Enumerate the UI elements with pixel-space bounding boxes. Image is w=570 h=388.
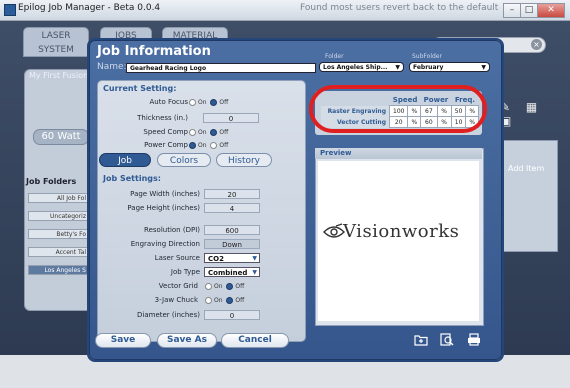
clear-search-icon[interactable]: × [531, 39, 542, 50]
radio-off-label: Off [219, 142, 229, 149]
folder-item[interactable]: Uncategoriz [28, 211, 90, 221]
laser-source-label: Laser Source [154, 254, 200, 262]
folder-item[interactable]: All Job Fol [28, 193, 90, 203]
job-settings-heading: Job Settings: [103, 174, 161, 183]
laser-name-tag: My First Fusion [29, 71, 89, 80]
diameter-field[interactable]: 0 [204, 310, 260, 320]
chevron-down-icon: ▼ [395, 64, 400, 71]
speed-comp-on-radio[interactable] [189, 129, 196, 136]
minimize-button[interactable]: – [503, 3, 521, 18]
page-height-label: Page Height (inches) [127, 204, 200, 212]
vector-grid-radio-group: On Off [205, 283, 244, 290]
diameter-label: Diameter (inches) [137, 311, 200, 319]
vector-grid-label: Vector Grid [158, 282, 198, 290]
thickness-label: Thickness (in.) [137, 114, 188, 122]
highlight-ring [309, 85, 487, 133]
preview-heading: Preview [315, 148, 482, 159]
tab-laser-system-line1: LASER [41, 31, 71, 41]
cancel-button[interactable]: Cancel [221, 333, 289, 348]
power-comp-radio-group: On Off [189, 142, 228, 149]
speed-comp-radio-group: On Off [189, 129, 228, 136]
laser-source-value: CO2 [208, 255, 224, 263]
three-jaw-chuck-label: 3-Jaw Chuck [154, 296, 198, 304]
radio-on-label: On [198, 129, 207, 136]
chuck-on-radio[interactable] [205, 297, 212, 304]
page-width-field[interactable]: 20 [204, 189, 260, 199]
auto-focus-radio-group: On Off [189, 99, 228, 106]
chevron-down-icon: ▼ [252, 269, 257, 276]
folder-dropdown-value: Los Angeles Ship... [323, 64, 388, 71]
thickness-field[interactable]: 0 [203, 113, 259, 123]
page-height-field[interactable]: 4 [204, 203, 260, 213]
radio-off-label: Off [219, 99, 229, 106]
app-icon [4, 4, 16, 16]
radio-on-label: On [198, 99, 207, 106]
vector-grid-off-radio[interactable] [226, 283, 234, 290]
job-name-input[interactable]: Gearhead Racing Logo [126, 63, 316, 73]
folder-item-selected[interactable]: Los Angeles S [28, 265, 90, 275]
speed-comp-off-radio[interactable] [210, 129, 218, 136]
folder-item[interactable]: Betty's Fo [28, 229, 90, 239]
save-button[interactable]: Save [95, 333, 151, 348]
job-folders-title: Job Folders [26, 177, 77, 186]
auto-focus-label: Auto Focus [149, 98, 188, 106]
tab-colors[interactable]: Colors [157, 153, 211, 167]
radio-on-label: On [198, 142, 207, 149]
power-comp-label: Power Comp [144, 141, 188, 149]
auto-focus-on-radio[interactable] [189, 99, 196, 106]
add-item-link[interactable]: Add Item [508, 164, 544, 173]
subfolder-label: SubFolder [412, 53, 442, 60]
chevron-down-icon: ▼ [252, 255, 257, 262]
window-hint-text: Found most users revert back to the defa… [300, 3, 499, 13]
engraving-direction-label: Engraving Direction [130, 240, 200, 248]
tab-job[interactable]: Job [99, 153, 151, 167]
radio-off-label: Off [219, 129, 229, 136]
job-type-value: Combined [208, 269, 248, 277]
folder-item[interactable]: Accent Tal [28, 247, 90, 257]
job-type-label: Job Type [170, 268, 200, 276]
preview-logo-text: Visionworks [343, 221, 460, 242]
folder-add-icon[interactable] [414, 333, 428, 346]
window-title: Epilog Job Manager - Beta 0.0.4 [18, 3, 161, 13]
maximize-button[interactable]: □ [520, 3, 538, 18]
subfolder-dropdown[interactable]: February ▼ [409, 62, 490, 72]
tab-history[interactable]: History [216, 153, 272, 167]
laser-source-dropdown[interactable]: CO2 ▼ [204, 253, 260, 263]
job-type-dropdown[interactable]: Combined ▼ [204, 267, 260, 277]
tab-laser-system-line2: SYSTEM [38, 45, 74, 55]
radio-off-label: Off [235, 297, 245, 304]
chuck-off-radio[interactable] [226, 297, 234, 304]
save-as-button[interactable]: Save As [157, 333, 217, 348]
radio-on-label: On [214, 283, 223, 290]
folder-label: Folder [325, 53, 344, 60]
resolution-field[interactable]: 600 [204, 225, 260, 235]
power-comp-off-radio[interactable] [210, 142, 218, 149]
preview-zoom-icon[interactable] [440, 333, 454, 346]
radio-off-label: Off [235, 283, 245, 290]
print-icon[interactable] [467, 333, 481, 346]
current-setting-heading: Current Setting: [103, 84, 177, 93]
folder-dropdown[interactable]: Los Angeles Ship... ▼ [319, 62, 404, 72]
radio-on-label: On [214, 297, 223, 304]
laser-watt-button[interactable]: 60 Watt [33, 129, 89, 145]
vector-grid-on-radio[interactable] [205, 283, 212, 290]
chevron-down-icon: ▼ [481, 64, 486, 71]
tab-laser-system[interactable]: LASER SYSTEM [23, 27, 89, 57]
resolution-label: Resolution (DPI) [144, 226, 200, 234]
speed-comp-label: Speed Comp [143, 128, 188, 136]
close-button[interactable]: ✕ [537, 3, 565, 18]
engraving-direction-field[interactable]: Down [204, 239, 260, 249]
name-label: Name: [97, 62, 127, 72]
window-title-bar: Epilog Job Manager - Beta 0.0.4 Found mo… [0, 0, 570, 21]
auto-focus-off-radio[interactable] [210, 99, 218, 106]
power-comp-on-radio[interactable] [189, 142, 196, 149]
subfolder-dropdown-value: February [413, 64, 444, 71]
dialog-title: Job Information [97, 44, 211, 59]
background-toolbar-icons: ✎ ▦ ▣ [500, 100, 544, 128]
page-width-label: Page Width (inches) [130, 190, 200, 198]
three-jaw-chuck-radio-group: On Off [205, 297, 244, 304]
